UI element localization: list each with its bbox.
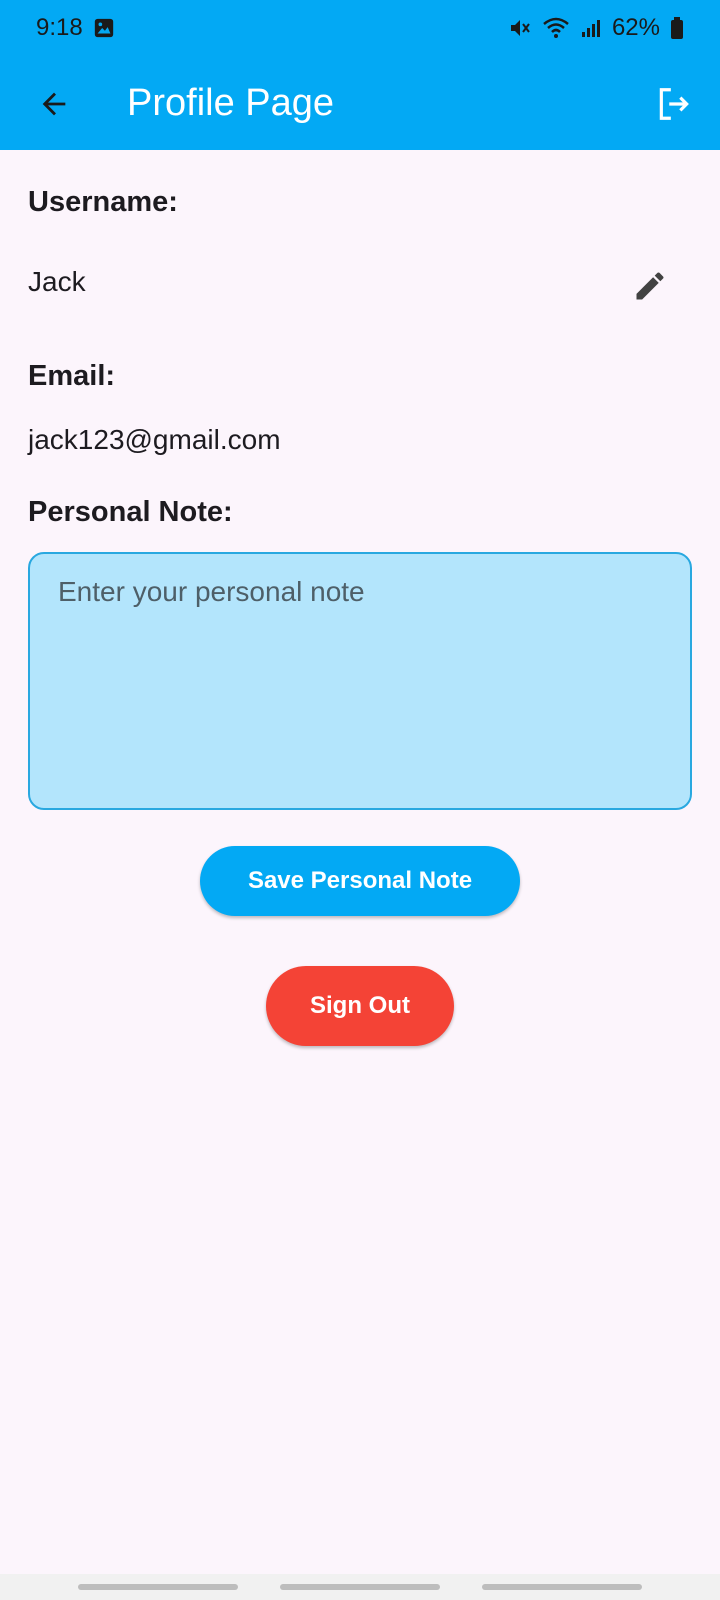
logout-icon [659,88,689,120]
email-value: jack123@gmail.com [28,424,281,455]
battery-percent: 62% [611,14,660,41]
nav-handle-left[interactable] [78,1584,238,1590]
logout-button[interactable] [648,78,700,130]
signal-icon [580,17,602,39]
wifi-icon [542,16,570,40]
profile-screen: 9:18 62% Profile Page Username: Jack Ema… [0,0,720,1600]
username-value: Jack [28,266,86,297]
email-label: Email: [28,360,116,392]
gallery-icon [93,17,115,39]
back-button[interactable] [28,78,80,130]
battery-icon [670,16,684,40]
app-bar: Profile Page [0,56,720,150]
personal-note-label: Personal Note: [28,496,233,528]
status-right: 62% [508,14,684,42]
nav-handle-right[interactable] [482,1584,642,1590]
personal-note-input[interactable] [58,576,662,786]
personal-note-field[interactable] [28,552,692,810]
edit-username-button[interactable] [626,262,674,310]
username-label: Username: [28,186,178,218]
status-bar: 9:18 62% [0,0,720,56]
status-time: 9:18 [36,14,83,41]
save-personal-note-button[interactable]: Save Personal Note [200,846,520,916]
mute-icon [508,16,532,40]
page-title: Profile Page [127,82,335,124]
sign-out-button[interactable]: Sign Out [266,966,454,1046]
pencil-icon [636,272,664,300]
status-left: 9:18 [36,14,115,42]
navigation-bar [0,1574,720,1600]
nav-handle-center[interactable] [280,1584,440,1590]
arrow-back-icon [42,92,66,116]
